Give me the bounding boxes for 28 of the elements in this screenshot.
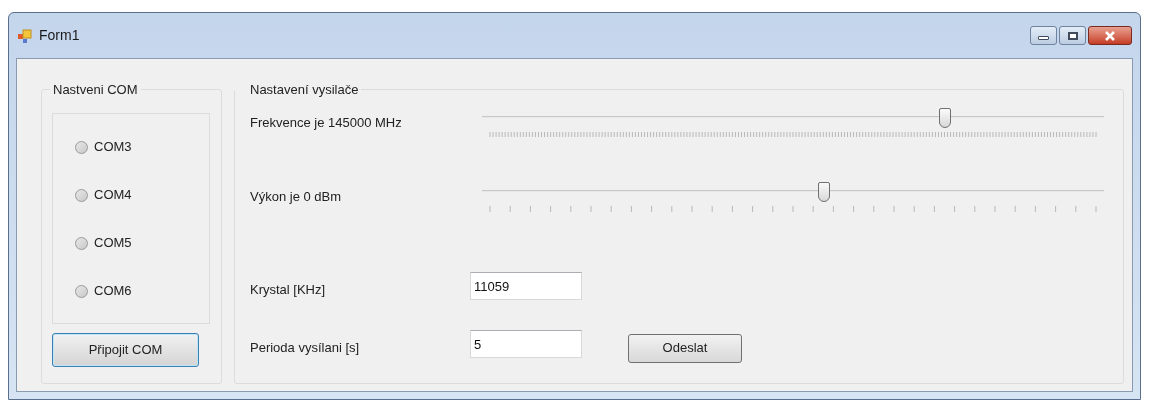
minimize-button[interactable] [1030,26,1057,45]
radio-button[interactable] [75,284,88,298]
radio-label: COM5 [94,234,132,253]
radio-button[interactable] [75,140,88,154]
radio-button[interactable] [75,188,88,202]
slider-thumb[interactable] [939,108,952,128]
field-label: Krystal [KHz] [250,281,327,300]
input-field[interactable]: 5 [470,330,582,358]
maximize-icon [1067,31,1078,40]
window-title: Form1 [39,26,80,45]
send-button[interactable]: Odeslat [628,333,742,363]
slider-track[interactable] [482,108,1104,130]
input-field[interactable]: 11059 [470,272,582,300]
slider-label: Výkon je 0 dBm [250,188,343,206]
minimize-icon [1038,35,1049,40]
radio-button[interactable] [75,236,88,250]
close-button[interactable] [1088,26,1132,45]
radio-label: COM4 [94,186,132,205]
radio-label: COM3 [94,138,132,157]
connect-button[interactable]: Připojit COM [52,333,199,367]
slider-label: Frekvence je 145000 MHz [250,114,403,132]
field-label: Perioda vysílani [s] [250,339,361,358]
radio-label: COM6 [94,282,132,301]
maximize-button[interactable] [1059,26,1086,45]
app-icon [17,27,33,44]
slider-thumb[interactable] [818,182,831,202]
slider-track[interactable] [482,182,1104,204]
close-icon [1104,30,1116,41]
